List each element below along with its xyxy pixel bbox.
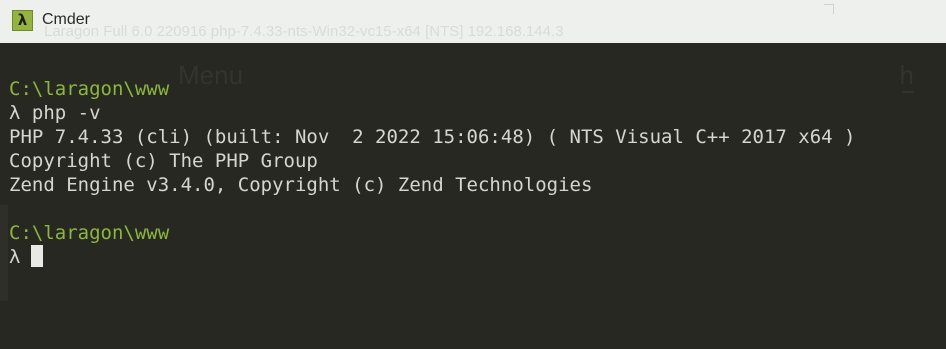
window-title: Cmder xyxy=(42,11,91,28)
terminal-line: C:\laragon\www xyxy=(9,78,170,100)
command-text: php -v xyxy=(31,102,101,124)
lambda-prompt-icon: λ xyxy=(9,246,21,268)
window-control-icon[interactable] xyxy=(824,4,834,14)
text-cursor xyxy=(31,245,44,267)
terminal-line: PHP 7.4.33 (cli) (built: Nov 2 2022 15:0… xyxy=(9,126,856,148)
terminal-line: λ php -v xyxy=(9,101,101,125)
lambda-prompt-icon: λ xyxy=(9,102,21,124)
lambda-app-icon: λ xyxy=(12,10,33,31)
cmder-window: λ Laragon Full 6.0 220916 php-7.4.33-nts… xyxy=(0,0,946,349)
terminal-line: C:\laragon\www xyxy=(9,222,170,244)
title-bar[interactable]: λ Laragon Full 6.0 220916 php-7.4.33-nts… xyxy=(0,0,946,43)
terminal-input-line[interactable]: λ xyxy=(9,245,44,269)
terminal-line: Zend Engine v3.4.0, Copyright (c) Zend T… xyxy=(9,174,593,196)
background-panel xyxy=(0,205,8,301)
terminal-area[interactable]: Menu h C:\laragon\www λ php -v PHP 7.4.3… xyxy=(0,43,946,349)
background-divider xyxy=(902,91,914,93)
background-side-label: h xyxy=(899,60,914,90)
background-window-title: Laragon Full 6.0 220916 php-7.4.33-nts-W… xyxy=(44,23,564,40)
terminal-line: Copyright (c) The PHP Group xyxy=(9,150,318,172)
background-menu-label: Menu xyxy=(178,60,244,90)
